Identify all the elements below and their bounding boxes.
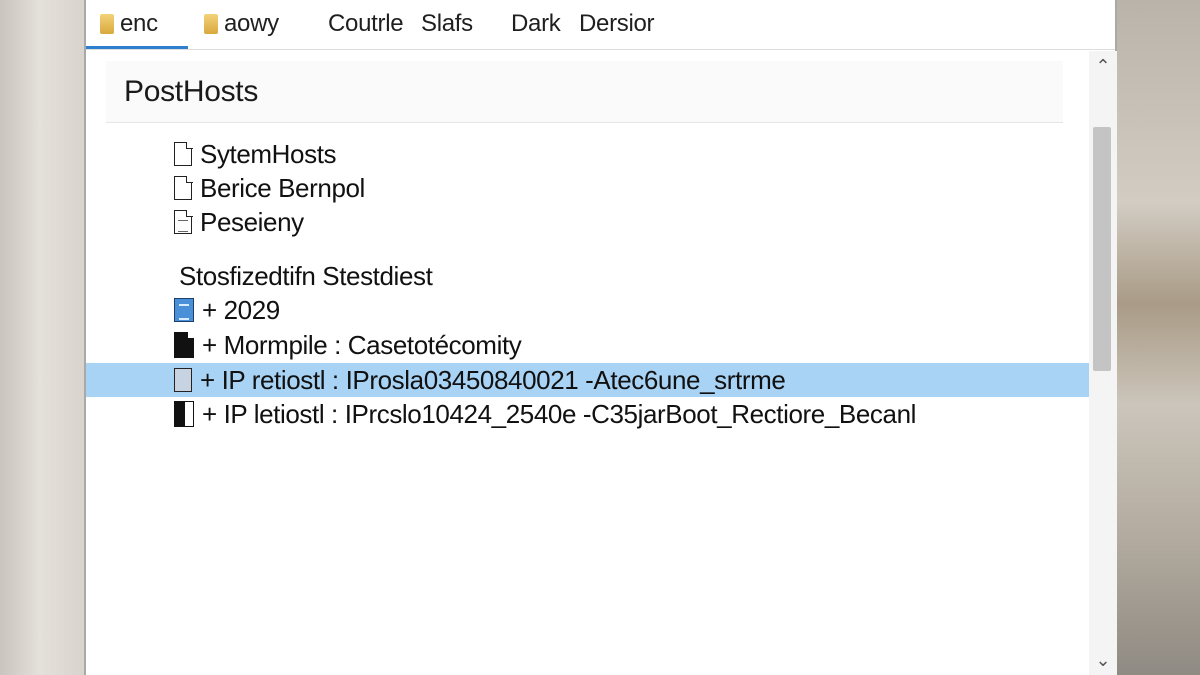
tab-enc[interactable]: enc [100, 8, 158, 40]
file-browser-window: enc aowy Coutrle Slafs Dark Dersior Post… [84, 0, 1117, 675]
section-heading: Stosfizedtifn Stestdiest [179, 260, 433, 291]
scroll-up-arrow-icon[interactable]: ⌃ [1093, 57, 1113, 77]
content-pane: PostHosts SytemHosts Berice Bernpol Pese… [86, 51, 1089, 675]
tab-label: Dark [511, 10, 561, 37]
title-header: PostHosts [106, 61, 1063, 123]
black-document-icon [174, 332, 194, 358]
tab-coutrle[interactable]: Coutrle [328, 8, 404, 40]
file-item[interactable]: Berice Bernpol [174, 172, 365, 204]
tab-bar: enc aowy Coutrle Slafs Dark Dersior [86, 0, 1115, 50]
list-item-label: + IP letiostl : IPrcslo10424_2540e -C35j… [202, 398, 917, 429]
tab-label: Slafs [421, 10, 473, 37]
list-item-label: + IP retiostl : IProsla03450840021 -Atec… [200, 364, 786, 395]
active-tab-indicator [86, 46, 188, 49]
file-item[interactable]: SytemHosts [174, 138, 337, 170]
tab-label: Dersior [579, 10, 655, 37]
list-item-label: + 2029 [202, 294, 280, 325]
list-item[interactable]: + IP letiostl : IPrcslo10424_2540e -C35j… [174, 398, 916, 430]
tab-label: enc [120, 10, 158, 37]
list-item-label: + Mormpile : Casetotécomity [202, 329, 522, 360]
tab-label: Coutrle [328, 10, 404, 37]
scroll-thumb[interactable] [1093, 127, 1111, 371]
page-title: PostHosts [124, 74, 259, 108]
tab-dark[interactable]: Dark [511, 8, 561, 40]
scroll-down-arrow-icon[interactable]: ⌄ [1093, 651, 1113, 671]
background-right [1117, 0, 1200, 675]
tab-dersior[interactable]: Dersior [579, 8, 655, 40]
folder-icon [100, 14, 114, 34]
vertical-scrollbar[interactable]: ⌃ ⌄ [1089, 51, 1117, 675]
tab-aowy[interactable]: aowy [204, 8, 279, 40]
tab-slafs[interactable]: Slafs [421, 8, 473, 40]
list-item-selected[interactable]: + IP retiostl : IProsla03450840021 -Atec… [174, 364, 786, 396]
document-icon [174, 175, 193, 200]
document-icon [174, 141, 193, 166]
tab-label: aowy [224, 10, 279, 37]
file-item-label: Berice Bernpol [200, 172, 365, 203]
folder-icon [204, 14, 218, 34]
file-item-label: Peseieny [200, 206, 304, 237]
document-lines-icon [174, 209, 193, 234]
grey-document-icon [174, 368, 192, 392]
list-item[interactable]: + 2029 [174, 294, 280, 326]
file-item[interactable]: Peseieny [174, 206, 304, 238]
file-item-label: SytemHosts [200, 138, 337, 169]
list-item[interactable]: + Mormpile : Casetotécomity [174, 329, 522, 361]
blue-document-icon [174, 298, 194, 322]
half-black-document-icon [174, 401, 194, 427]
